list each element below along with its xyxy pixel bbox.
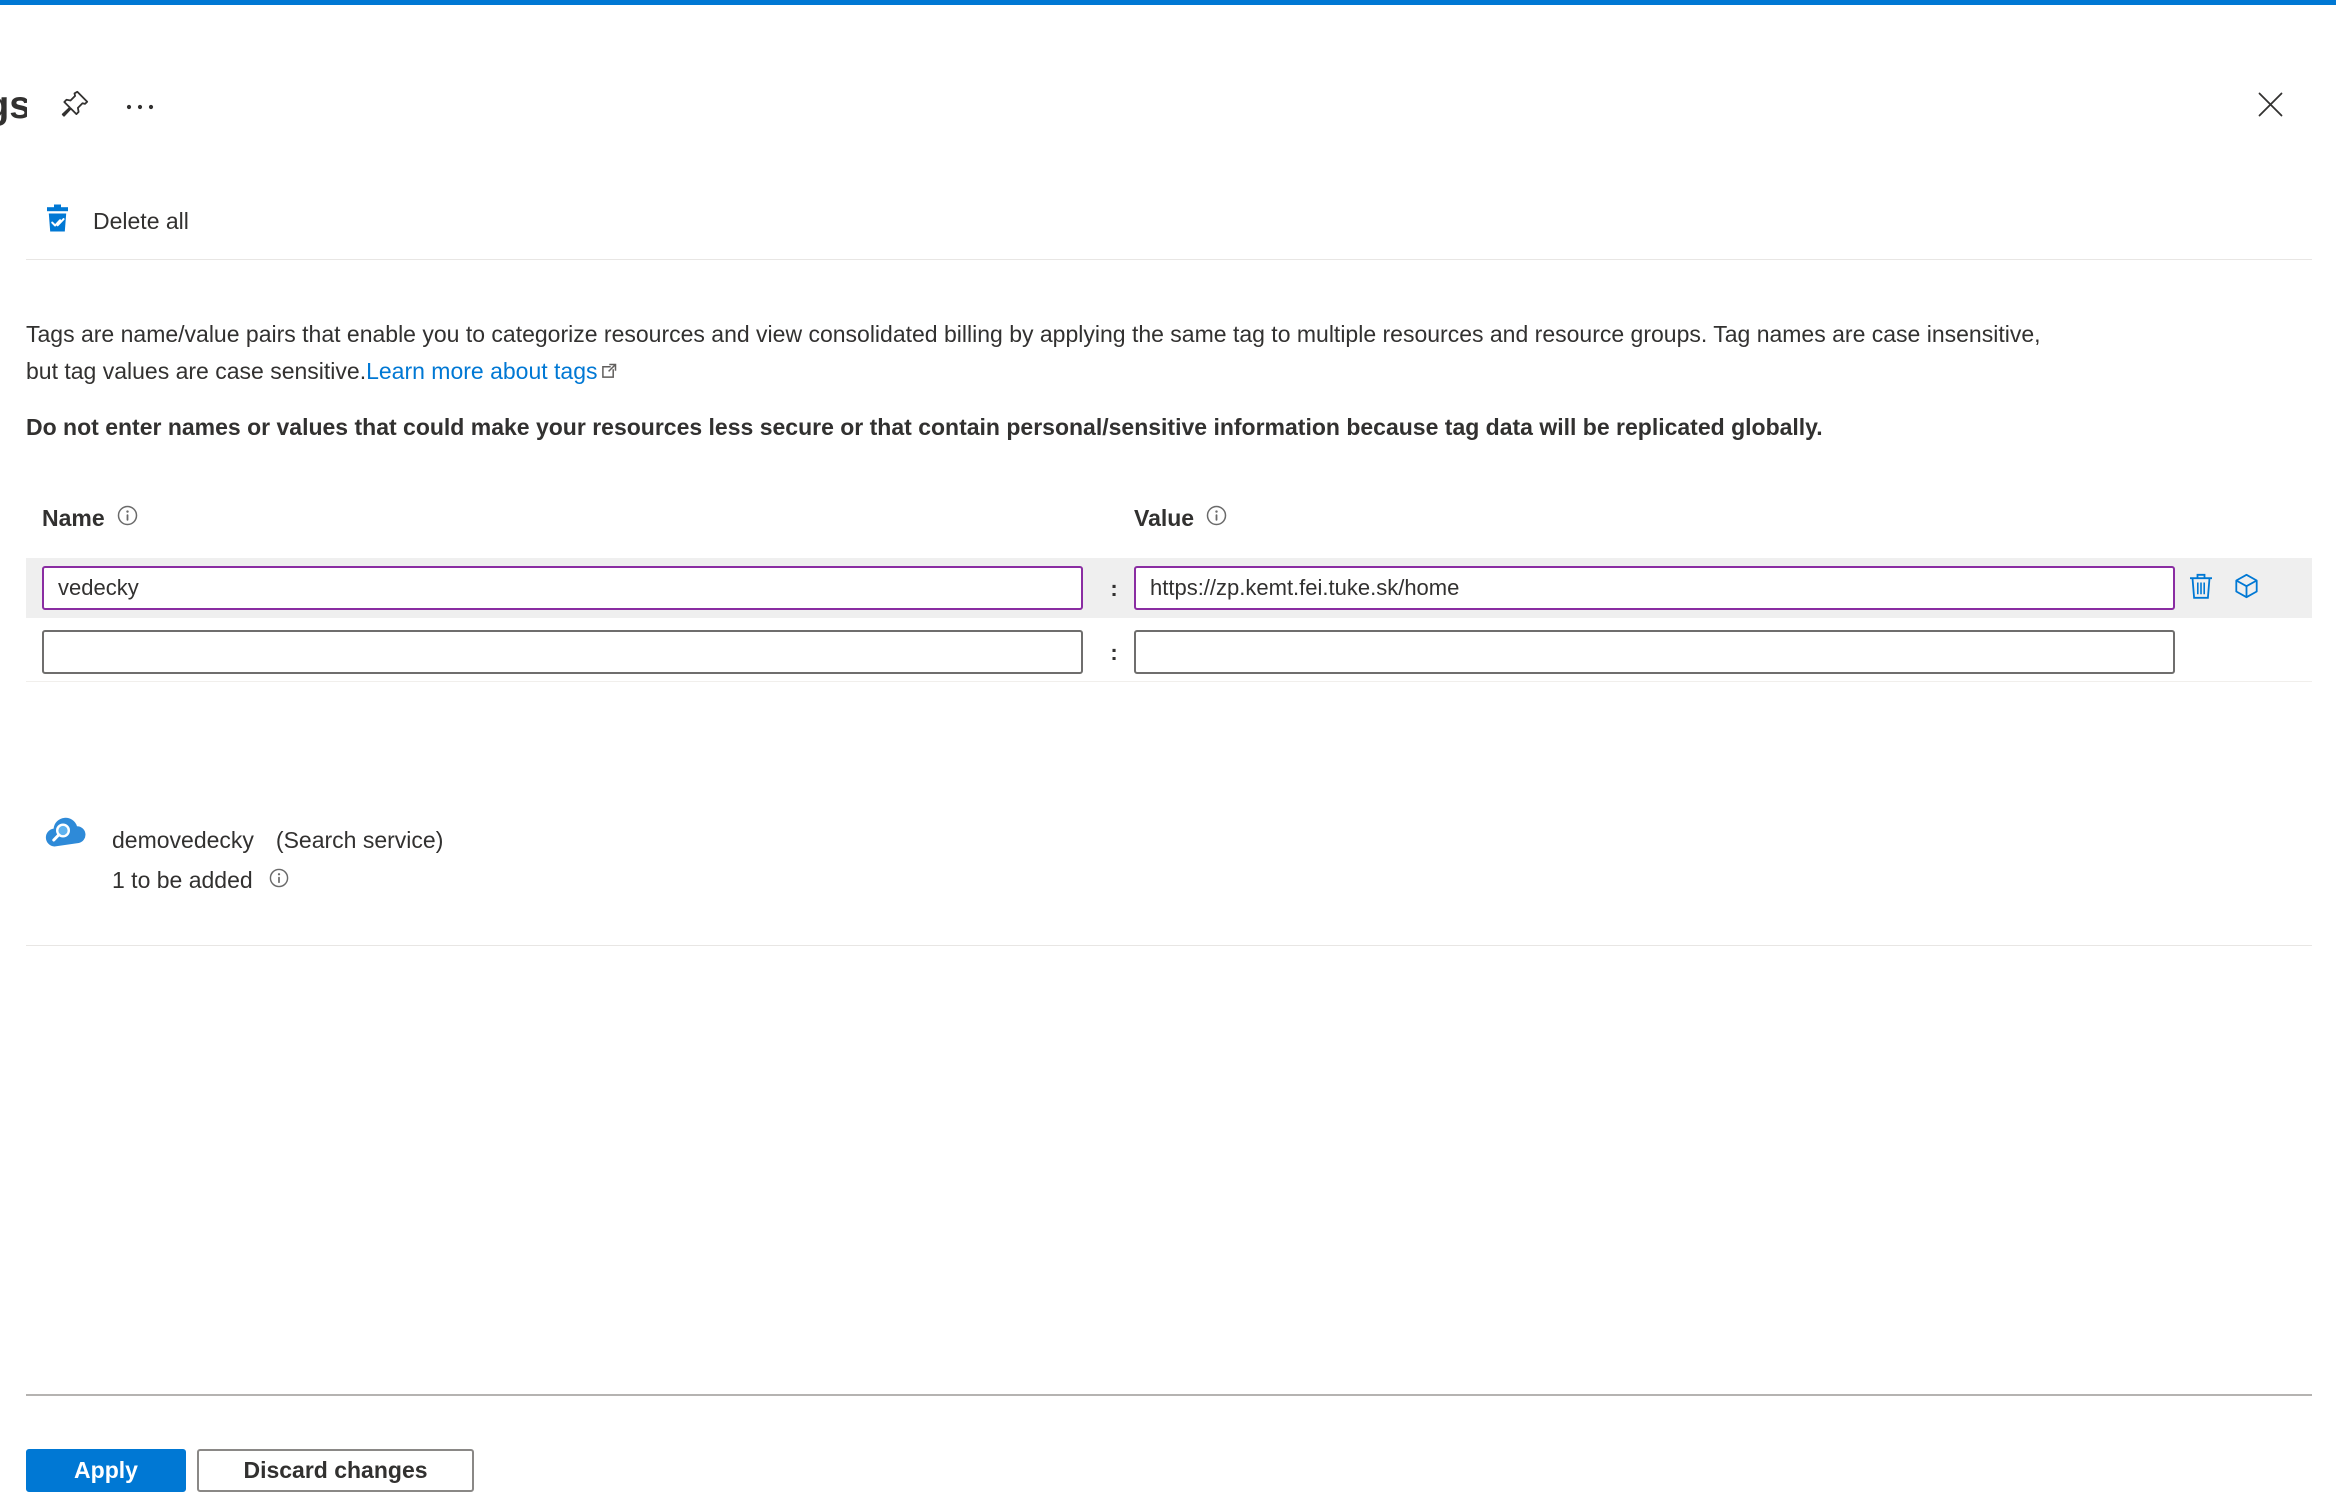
resource-scope-button[interactable] (2232, 572, 2261, 603)
close-button[interactable] (2250, 86, 2290, 126)
name-value-separator: : (1110, 576, 1118, 601)
description-line1: Tags are name/value pairs that enable yo… (26, 321, 2041, 347)
tag-name-input-1[interactable] (42, 566, 1083, 610)
info-icon[interactable] (1206, 505, 1227, 532)
tag-value-input-1[interactable] (1134, 566, 2175, 610)
tags-description: Tags are name/value pairs that enable yo… (26, 316, 2321, 391)
resource-status: 1 to be added (112, 866, 253, 893)
delete-tag-button[interactable] (2188, 572, 2214, 603)
row-actions (2188, 572, 2261, 603)
divider (26, 681, 2312, 682)
tags-blade: Tags (0, 0, 2336, 1512)
resource-status-row: 1 to be added (112, 864, 289, 896)
delete-all-icon (46, 204, 69, 238)
pin-icon (57, 88, 91, 125)
value-column-header: Value (1134, 503, 1227, 533)
name-value-separator: : (1110, 640, 1118, 665)
more-options-button[interactable] (120, 86, 160, 126)
tag-value-input-2[interactable] (1134, 630, 2175, 674)
ellipsis-icon (125, 99, 155, 114)
security-warning: Do not enter names or values that could … (26, 414, 1823, 440)
info-icon[interactable] (117, 505, 138, 532)
page-title: Tags (0, 84, 27, 127)
apply-button[interactable]: Apply (26, 1449, 186, 1492)
cube-icon (2232, 572, 2261, 603)
divider (26, 259, 2312, 260)
search-service-icon (44, 817, 88, 853)
description-line2: but tag values are case sensitive. (26, 358, 367, 384)
footer-divider (26, 1394, 2312, 1396)
resource-row: demovedecky (Search service) (112, 824, 443, 856)
external-link-icon (600, 354, 617, 391)
delete-all-button[interactable]: Delete all (46, 204, 189, 238)
divider (26, 945, 2312, 946)
resource-type: (Search service) (275, 826, 444, 853)
name-header-label: Name (42, 504, 105, 531)
name-column-header: Name (42, 503, 138, 533)
info-icon[interactable] (269, 867, 289, 894)
delete-all-label: Delete all (93, 207, 189, 234)
top-accent-bar (0, 0, 2336, 5)
discard-changes-button[interactable]: Discard changes (197, 1449, 474, 1492)
close-icon (2257, 91, 2284, 121)
tag-name-input-2[interactable] (42, 630, 1083, 674)
pin-button[interactable] (54, 86, 94, 126)
value-header-label: Value (1134, 504, 1195, 531)
trash-icon (2188, 572, 2214, 603)
resource-name: demovedecky (112, 826, 254, 853)
learn-more-link[interactable]: Learn more about tags (366, 358, 597, 384)
